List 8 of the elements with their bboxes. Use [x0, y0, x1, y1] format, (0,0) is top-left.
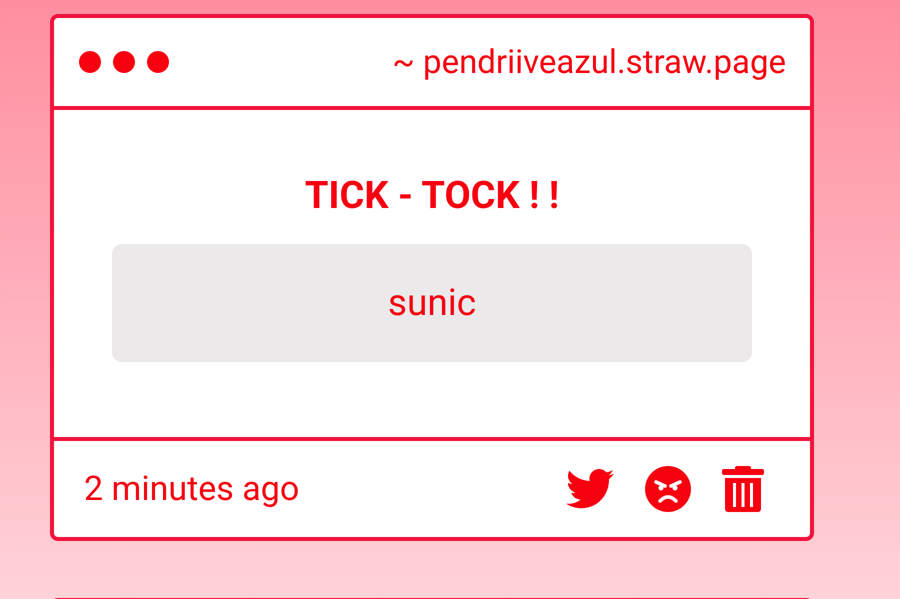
answer-box: sunic: [112, 244, 752, 362]
window-dots-icon: [78, 50, 170, 74]
angry-face-icon[interactable]: [644, 465, 692, 513]
timestamp: 2 minutes ago: [84, 469, 300, 509]
trash-icon[interactable]: [722, 466, 764, 512]
message-title: TICK - TOCK ! !: [304, 174, 560, 218]
bird-icon[interactable]: [566, 469, 614, 509]
site-address: ~ pendriiveazul.straw.page: [392, 42, 786, 82]
